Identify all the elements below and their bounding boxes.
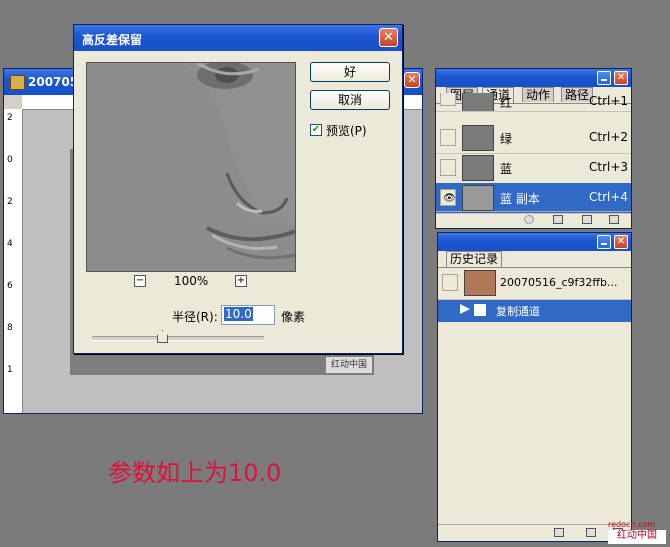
snapshot-thumbnail — [464, 270, 496, 296]
channel-name: 蓝 — [500, 162, 513, 176]
snapshot-name: 20070516_c9f32ffb... — [500, 276, 618, 289]
visibility-toggle[interactable] — [440, 93, 456, 106]
channel-shortcut: Ctrl+4 — [589, 190, 629, 204]
history-tabs: 历史记录 — [438, 251, 631, 268]
zoom-level: 100% — [174, 274, 209, 288]
preview-checkbox[interactable]: ✔ — [310, 124, 322, 136]
preview-label: 预览(P) — [326, 124, 367, 138]
channel-name: 蓝 副本 — [500, 192, 540, 206]
cancel-button[interactable]: 取消 — [310, 90, 390, 110]
radius-label: 半径(R): — [172, 310, 218, 324]
channel-step-icon — [474, 304, 486, 316]
caption-text: 参数如上为10.0 — [108, 459, 282, 487]
channel-name: 红 — [500, 96, 513, 110]
radius-unit: 像素 — [281, 310, 306, 324]
document-close-button[interactable]: ✕ — [404, 72, 420, 88]
dialog-title: 高反差保留 — [82, 33, 143, 47]
history-snapshot-row[interactable]: 20070516_c9f32ffb... — [438, 267, 631, 300]
channel-shortcut: Ctrl+2 — [589, 130, 629, 144]
radius-slider-thumb[interactable] — [157, 330, 168, 343]
ruler-number: 2 — [7, 113, 13, 123]
dialog-title-bar[interactable]: 高反差保留 ✕ — [74, 25, 402, 51]
new-channel-icon[interactable] — [582, 215, 592, 224]
camera-icon[interactable] — [586, 528, 596, 537]
tab-history[interactable]: 历史记录 — [446, 251, 503, 267]
radius-slider-track[interactable] — [92, 336, 264, 341]
minimize-icon[interactable] — [597, 235, 611, 249]
history-step-name: 复制通道 — [496, 305, 540, 318]
visibility-toggle[interactable] — [440, 129, 456, 146]
channel-shortcut: Ctrl+1 — [589, 94, 629, 108]
filter-preview[interactable] — [86, 62, 296, 272]
channel-thumbnail — [462, 155, 494, 181]
channel-thumbnail — [462, 125, 494, 151]
minimize-icon[interactable] — [597, 71, 611, 85]
ruler-number: 6 — [7, 281, 13, 291]
face-preview-image — [87, 63, 295, 271]
channel-name: 绿 — [500, 132, 513, 146]
channel-row-green[interactable]: 绿 Ctrl+2 — [436, 123, 631, 154]
snapshot-source-toggle[interactable] — [442, 274, 458, 291]
brand-watermark: 红动中国 — [608, 530, 666, 544]
high-pass-dialog: 高反差保留 ✕ 好 取消 ✔ 预览(P) − 100% + 半径(R): 10.… — [73, 24, 403, 354]
site-watermark: redocn.com — [608, 520, 656, 529]
zoom-in-button[interactable]: + — [235, 275, 247, 287]
trash-icon[interactable] — [609, 215, 619, 224]
history-footer — [438, 524, 631, 541]
channel-row-blue[interactable]: 蓝 Ctrl+3 — [436, 153, 631, 184]
channel-thumbnail — [462, 185, 494, 211]
visibility-toggle[interactable]: 👁 — [440, 189, 456, 206]
dialog-close-button[interactable]: ✕ — [379, 28, 398, 47]
close-icon[interactable]: ✕ — [614, 71, 628, 85]
ok-button[interactable]: 好 — [310, 62, 390, 82]
history-palette-title-bar[interactable]: ✕ — [438, 233, 631, 251]
channel-thumbnail — [462, 93, 494, 111]
radius-input[interactable]: 10.0 — [221, 305, 275, 325]
history-state-slider-icon[interactable] — [460, 304, 470, 314]
zoom-out-button[interactable]: − — [134, 275, 146, 287]
ruler-number: 4 — [7, 239, 13, 249]
channel-shortcut: Ctrl+3 — [589, 160, 629, 174]
ruler-number: 2 — [7, 197, 13, 207]
channels-palette: ✕ 图层 通道 动作 路径 红 Ctrl+1 绿 Ctrl+2 蓝 Ctrl+3… — [435, 68, 632, 229]
channel-row-blue-copy[interactable]: 👁 蓝 副本 Ctrl+4 — [436, 183, 631, 214]
vertical-ruler: 2 0 2 4 6 8 1 — [4, 109, 23, 413]
document-watermark: 红动中国 — [326, 357, 372, 373]
visibility-toggle[interactable] — [440, 159, 456, 176]
history-palette: ✕ 历史记录 20070516_c9f32ffb... 复制通道 — [437, 232, 632, 542]
channels-footer — [436, 211, 631, 228]
channels-palette-title-bar[interactable]: ✕ — [436, 69, 631, 87]
close-icon[interactable]: ✕ — [614, 235, 628, 249]
load-selection-icon[interactable] — [524, 215, 534, 224]
photoshop-document-icon — [10, 75, 25, 90]
radius-value: 10.0 — [224, 307, 253, 321]
new-document-icon[interactable] — [554, 528, 564, 537]
ruler-number: 8 — [7, 323, 13, 333]
history-step-row[interactable]: 复制通道 — [438, 300, 631, 322]
save-selection-icon[interactable] — [553, 215, 563, 224]
channel-row-red[interactable]: 红 Ctrl+1 — [436, 93, 631, 112]
eye-icon: 👁 — [443, 193, 456, 204]
ruler-number: 1 — [7, 365, 13, 375]
ruler-number: 0 — [7, 155, 13, 165]
